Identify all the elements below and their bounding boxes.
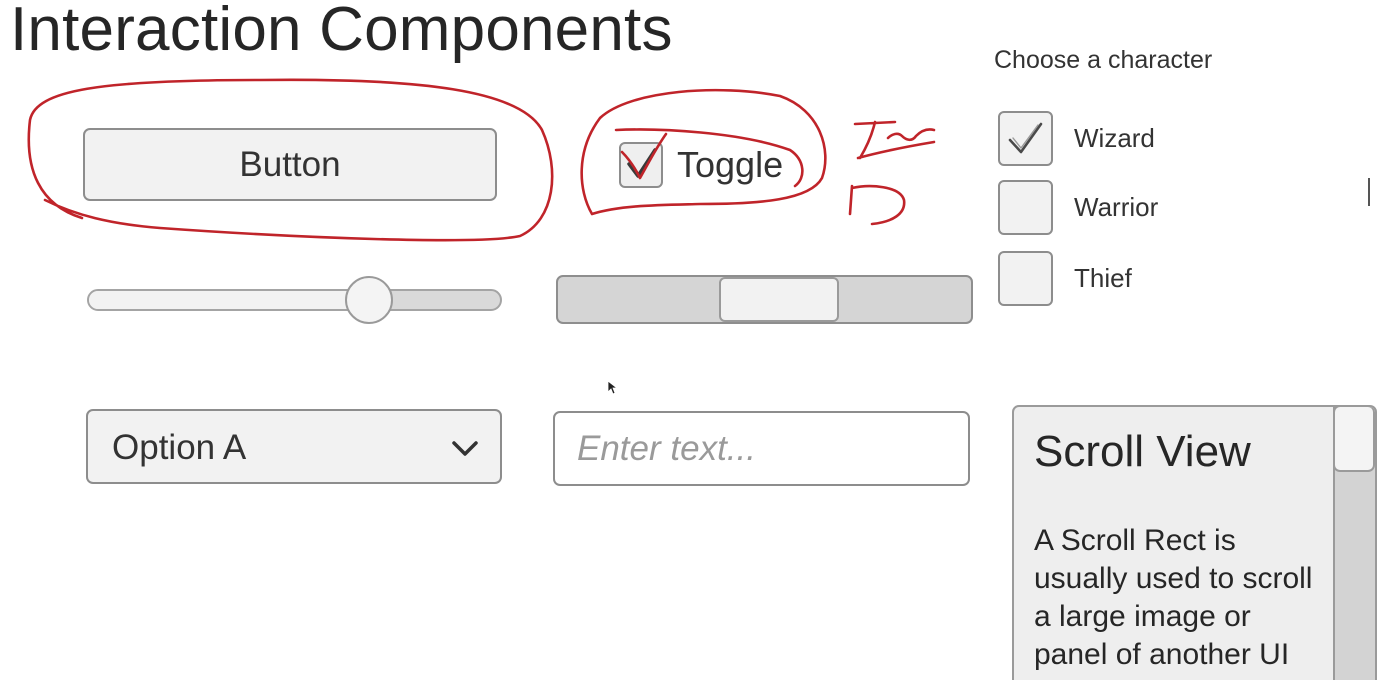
dropdown-selected-label: Option A: [112, 428, 247, 467]
annotation-true-underline: [856, 140, 936, 160]
slider-fill: [89, 291, 369, 309]
slider-track[interactable]: [87, 289, 502, 311]
scrollbar[interactable]: [556, 275, 973, 324]
annotation-true: [853, 120, 936, 160]
scroll-view-scrollbar[interactable]: [1333, 407, 1375, 680]
character-option-label: Thief: [1074, 263, 1132, 293]
wizard-checkbox[interactable]: [998, 111, 1053, 166]
dropdown[interactable]: Option A: [86, 409, 502, 484]
scrollbar-handle[interactable]: [719, 277, 840, 322]
character-option-label: Wizard: [1074, 123, 1155, 153]
scroll-view-title: Scroll View: [1034, 427, 1251, 476]
character-option-warrior[interactable]: Warrior: [998, 180, 1158, 235]
scroll-view-body: A Scroll Rect is usually used to scroll …: [1034, 524, 1313, 671]
character-option-label: Warrior: [1074, 192, 1159, 222]
annotation-d: [848, 184, 906, 226]
character-group-title: Choose a character: [994, 46, 1213, 74]
scroll-view[interactable]: Scroll View A Scroll Rect is usually use…: [1012, 405, 1377, 680]
toggle-label: Toggle: [677, 144, 784, 185]
toggle[interactable]: Toggle: [619, 141, 783, 189]
checkmark-icon: [1008, 122, 1043, 154]
scroll-view-scrollbar-handle[interactable]: [1333, 407, 1375, 472]
warrior-checkbox[interactable]: [998, 180, 1053, 235]
toggle-checkbox[interactable]: [619, 142, 663, 188]
slider-handle[interactable]: [345, 276, 394, 324]
mouse-pointer-icon: [607, 380, 619, 395]
chevron-down-icon: [452, 441, 478, 456]
page-title: Interaction Components: [10, 0, 673, 64]
checkmark-icon: [627, 148, 657, 178]
character-option-thief[interactable]: Thief: [998, 251, 1132, 306]
text-input[interactable]: [553, 411, 970, 486]
thief-checkbox[interactable]: [998, 251, 1053, 306]
character-option-wizard[interactable]: Wizard: [998, 111, 1155, 166]
edge-mark: [1368, 178, 1370, 206]
button[interactable]: Button: [83, 128, 497, 201]
